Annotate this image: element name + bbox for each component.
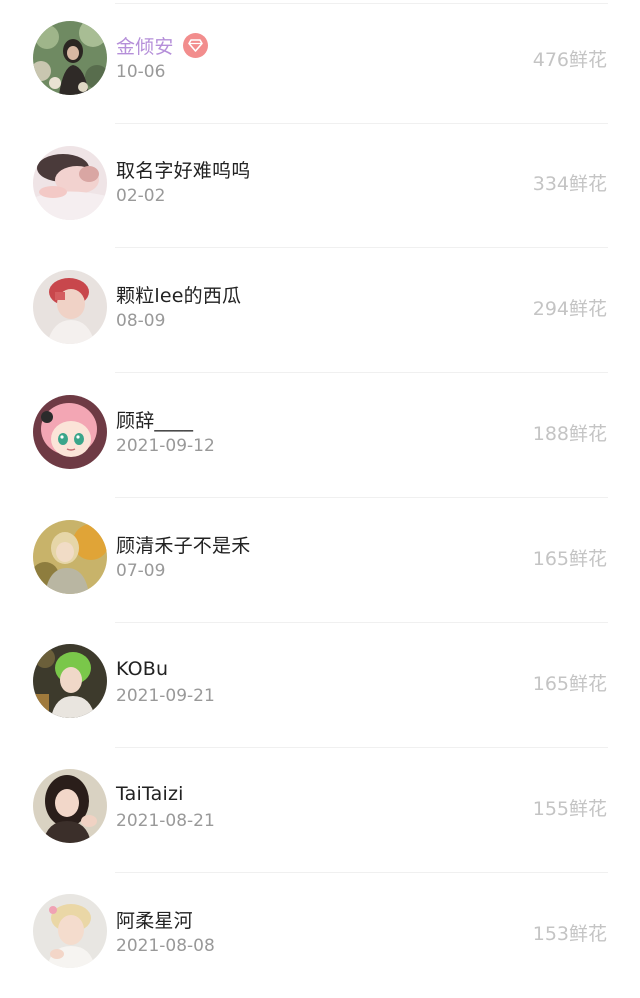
avatar-green-hair-girl-icon[interactable]: [33, 644, 107, 718]
list-item[interactable]: 取名字好难呜呜 02-02 334鲜花: [0, 124, 640, 248]
avatar-golden-girl-icon[interactable]: [33, 520, 107, 594]
user-name[interactable]: 金倾安: [116, 32, 174, 59]
list-item[interactable]: 顾辞____ 2021-09-12 188鲜花: [0, 374, 640, 498]
gift-date: 2021-08-21: [116, 811, 215, 831]
user-name[interactable]: 阿柔星河: [116, 906, 193, 933]
row-divider: [115, 372, 608, 373]
list-item[interactable]: 颗粒lee的西瓜 08-09 294鲜花: [0, 249, 640, 373]
gift-date: 2021-08-08: [116, 936, 215, 956]
gift-date: 02-02: [116, 186, 166, 206]
list-item[interactable]: 顾清禾子不是禾 07-09 165鲜花: [0, 499, 640, 623]
avatar-dark-hair-girl-icon[interactable]: [33, 769, 107, 843]
user-name-line: 顾辞____: [116, 404, 193, 434]
avatar-sleeping-girl-icon[interactable]: [33, 146, 107, 220]
gift-date: 2021-09-12: [116, 436, 215, 456]
flower-count: 165鲜花: [532, 673, 607, 695]
user-name[interactable]: KOBu: [116, 658, 168, 680]
gift-date: 08-09: [116, 311, 166, 331]
flower-count: 188鲜花: [532, 423, 607, 445]
user-name[interactable]: 取名字好难呜呜: [116, 156, 250, 183]
avatar-girl-garden-icon[interactable]: [33, 21, 107, 95]
gift-date: 2021-09-21: [116, 686, 215, 706]
avatar-anime-girl-icon[interactable]: [33, 395, 107, 469]
user-name[interactable]: TaiTaizi: [116, 783, 184, 805]
user-name-line: 取名字好难呜呜: [116, 154, 250, 184]
list-item[interactable]: 阿柔星河 2021-08-08 153鲜花: [0, 874, 640, 998]
user-name-line: 阿柔星河: [116, 904, 193, 934]
list-item[interactable]: TaiTaizi 2021-08-21 155鲜花: [0, 749, 640, 873]
row-divider: [115, 622, 608, 623]
user-name-line: 金倾安: [116, 30, 208, 60]
flower-count: 153鲜花: [532, 923, 607, 945]
list-item[interactable]: 金倾安 10-06 476鲜花: [0, 0, 640, 124]
user-name-line: 颗粒lee的西瓜: [116, 279, 241, 309]
flower-count: 165鲜花: [532, 548, 607, 570]
user-name[interactable]: 顾清禾子不是禾: [116, 531, 250, 558]
user-name-line: 顾清禾子不是禾: [116, 529, 250, 559]
vip-diamond-icon: [182, 32, 208, 58]
user-name[interactable]: 顾辞____: [116, 406, 193, 433]
gift-date: 10-06: [116, 62, 166, 82]
row-divider: [115, 247, 608, 248]
flower-count: 294鲜花: [532, 298, 607, 320]
user-name-line: TaiTaizi: [116, 779, 184, 809]
flower-count: 334鲜花: [532, 173, 607, 195]
avatar-red-hair-girl-icon[interactable]: [33, 270, 107, 344]
row-divider: [115, 747, 608, 748]
gift-date: 07-09: [116, 561, 166, 581]
row-divider: [115, 497, 608, 498]
list-item[interactable]: KOBu 2021-09-21 165鲜花: [0, 624, 640, 748]
avatar-blond-boy-icon[interactable]: [33, 894, 107, 968]
flower-count: 155鲜花: [532, 798, 607, 820]
flower-count: 476鲜花: [532, 49, 607, 71]
user-name[interactable]: 颗粒lee的西瓜: [116, 281, 241, 308]
user-name-line: KOBu: [116, 654, 168, 684]
row-divider: [115, 872, 608, 873]
